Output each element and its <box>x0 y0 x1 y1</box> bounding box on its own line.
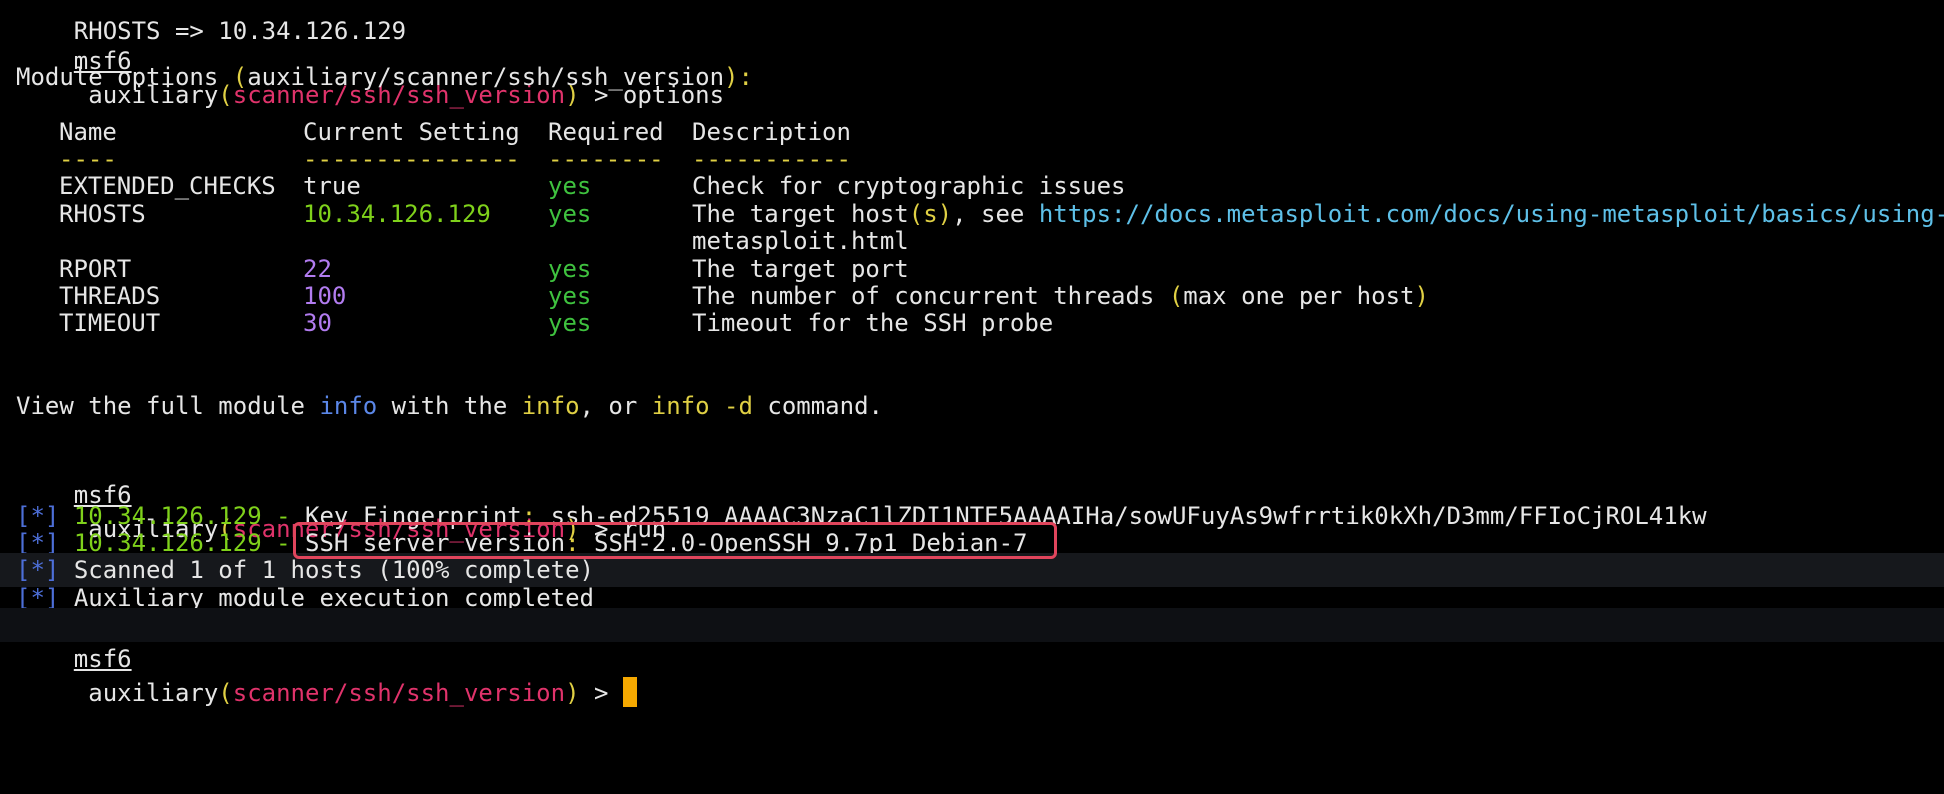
info-command: info <box>521 392 580 420</box>
prompt-line-run: msf6 auxiliary(scanner/ssh/ssh_version) … <box>73 481 667 543</box>
docs-link[interactable]: https://docs.metasploit.com/docs/using-m… <box>1039 200 1944 228</box>
prompt-type: auxiliary <box>88 679 219 707</box>
table-row-setting: 30 <box>303 309 332 337</box>
table-row-name: RHOSTS <box>59 200 146 228</box>
info-hint-line: View the full module info with the info,… <box>16 392 883 420</box>
prompt-line-options: msf6 auxiliary(scanner/ssh/ssh_version) … <box>16 10 724 109</box>
terminal-window[interactable]: RHOSTS => 10.34.126.129 msf6 auxiliary(s… <box>0 0 1944 794</box>
options-header-module: auxiliary/scanner/ssh/ssh_version <box>247 63 725 91</box>
info-keyword: info <box>319 392 378 420</box>
ssh-version-highlight-box <box>293 522 1057 559</box>
prompt-line-current[interactable]: msf6 auxiliary(scanner/ssh/ssh_version) … <box>16 608 637 707</box>
options-header: Module options (auxiliary/scanner/ssh/ss… <box>16 63 753 91</box>
prompt-module: scanner/ssh/ssh_version <box>232 679 566 707</box>
text-cursor[interactable] <box>622 677 637 707</box>
info-d-command: info -d <box>651 392 753 420</box>
table-row-description: Timeout for the SSH probe <box>692 309 1054 337</box>
table-row-name: TIMEOUT <box>59 309 161 337</box>
table-row-required: yes <box>548 200 592 228</box>
table-row-setting: 10.34.126.129 <box>303 200 491 228</box>
scanned-text: Scanned 1 of 1 hosts (100% complete) <box>73 556 594 584</box>
status-bracket: [*] <box>16 556 60 584</box>
table-row-required: yes <box>548 309 592 337</box>
prompt-name: msf6 <box>73 645 132 673</box>
